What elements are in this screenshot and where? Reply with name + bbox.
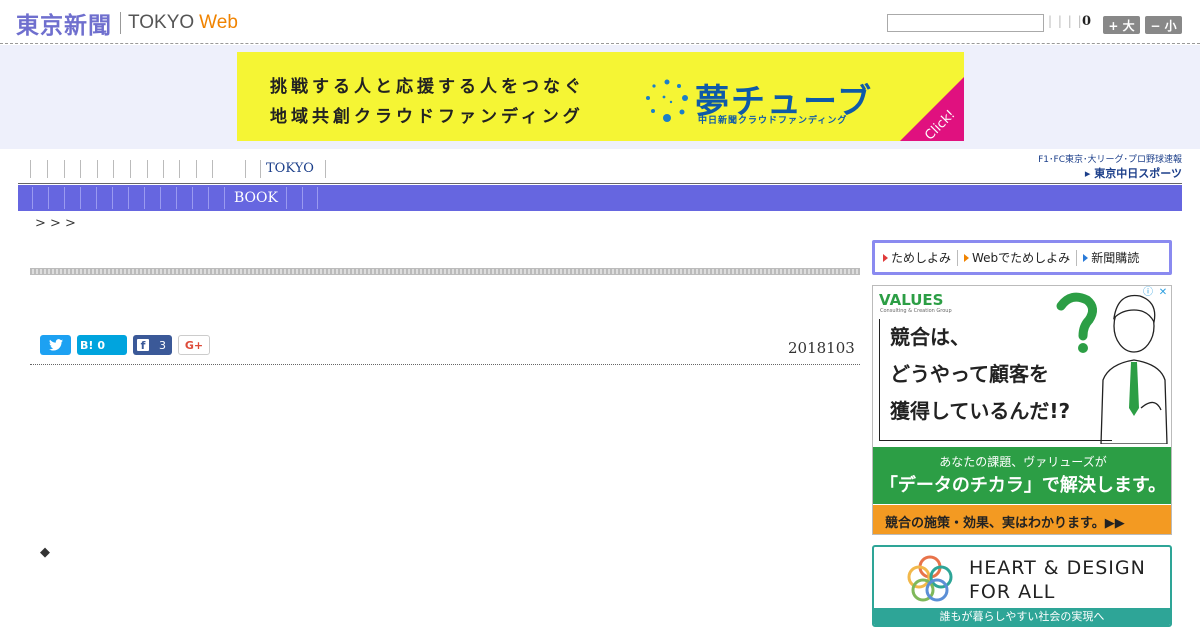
heart-ad-line-2: FOR ALL [969,581,1056,603]
category-item[interactable] [302,187,318,209]
yume-tube-banner-ad[interactable]: 挑戦する人と応援する人をつなぐ 地域共創クラウドファンディング 夢チューブ 中日… [237,52,964,141]
hatena-icon: B! [80,338,94,352]
site-logo[interactable]: 東京新聞 TOKYO Web [16,8,238,39]
logo-divider [120,12,121,34]
category-item[interactable] [144,187,160,209]
heart-ad-line-1: HEART & DESIGN [969,557,1146,579]
trial-read-link[interactable]: ためしよみ [883,249,957,266]
values-green-line-2: 「データのチカラ」で解決します。 [879,475,1167,496]
category-item[interactable] [64,187,80,209]
nav-item[interactable] [130,160,147,178]
font-larger-button[interactable]: + 大 [1103,16,1140,34]
nav-item[interactable] [113,160,130,178]
heart-design-ad[interactable]: HEART & DESIGN FOR ALL 誰もが暮らしやすい社会の実現へ [872,545,1172,627]
category-item[interactable] [80,187,96,209]
arrow-right-icon [883,253,888,262]
headline-line-3: 獲得しているんだ!? [890,399,1071,423]
facebook-share-button[interactable]: f 3 [133,335,172,355]
article-divider [30,364,860,365]
nav-item[interactable] [80,160,97,178]
nav-item[interactable] [179,160,196,178]
hatena-bookmark-button[interactable]: B! 0 [77,335,127,355]
nav-item[interactable] [163,160,179,178]
tokyo-chunichi-sports-link[interactable]: F1･FC東京･大リーグ･プロ野球速報 ▸ 東京中日スポーツ [1026,152,1182,181]
banner-brand-sub: 中日新聞クラウドファンディング [698,116,848,126]
facebook-icon: f [137,339,149,352]
category-bar: BOOK [18,185,1182,211]
arrow-right-icon [964,253,970,262]
header-count: 0 [1082,14,1092,29]
hatena-count: 0 [97,338,106,352]
category-item[interactable] [208,187,224,209]
nav-item[interactable] [64,160,80,178]
twitter-share-button[interactable] [40,335,71,355]
nav-item[interactable] [30,160,47,178]
headline-line-1: 競合は、 [890,325,970,349]
arrow-right-icon [1083,253,1089,262]
subscription-links: ためしよみ Webでためしよみ 新聞購読 [872,240,1172,275]
article-date: 2018103 [788,339,855,357]
category-item[interactable] [160,187,176,209]
banner-line-2: 地域共創クラウドファンディング [270,107,584,127]
logo-web: Web [199,12,238,33]
logo-japanese: 東京新聞 [16,12,112,39]
values-green-line-1: あなたの課題、ヴァリューズが [939,455,1107,469]
category-item[interactable] [48,187,64,209]
values-green-panel: あなたの課題、ヴァリューズが 「データのチカラ」で解決します。 [873,447,1171,504]
nav-item-tokyo[interactable]: TOKYO [260,160,326,178]
divider [1076,249,1078,266]
nav-item[interactable] [245,160,260,178]
nav-item[interactable] [196,160,212,178]
click-corner-icon[interactable]: Click! [900,77,964,141]
category-item[interactable] [32,187,48,209]
divider [957,249,959,266]
category-book[interactable]: BOOK [234,185,278,211]
site-header: 東京新聞 TOKYO Web | | | | 0 + 大 − 小 [0,0,1200,44]
values-orange-text: 競合の施策・効果、実はわかります。▶▶ [885,516,1125,531]
category-item[interactable] [128,187,144,209]
category-item[interactable] [286,187,302,209]
category-item[interactable] [112,187,128,209]
nav-divider [18,183,1182,184]
values-logo-sub: Consulting & Creation Group [880,308,952,314]
header-separators: | | | | [1048,14,1083,28]
chunichi-logo: ▸ 東京中日スポーツ [1084,167,1182,180]
breadcrumb: > > > [35,216,76,231]
values-orange-panel: 競合の施策・効果、実はわかります。▶▶ [873,505,1171,534]
diamond-bullet-icon: ◆ [40,545,50,560]
twitter-icon [48,339,63,351]
facebook-count: 3 [159,338,166,352]
subscribe-link[interactable]: 新聞購読 [1083,249,1145,266]
category-item[interactable] [192,187,208,209]
nav-item[interactable] [47,160,64,178]
nav-item[interactable] [212,160,245,178]
banner-line-1: 挑戦する人と応援する人をつなぐ [270,77,585,97]
article-title-rule [30,268,860,275]
web-trial-read-link[interactable]: Webでためしよみ [964,249,1076,266]
dot-circle-icon [646,79,688,122]
nav-item[interactable] [147,160,163,178]
section-nav: TOKYO [30,160,326,180]
heart-ad-tagline: 誰もが暮らしやすい社会の実現へ [874,608,1170,625]
googleplus-share-button[interactable]: G+ [178,335,210,355]
category-item[interactable] [176,187,192,209]
subscribe-label: 新聞購読 [1091,251,1140,265]
banner-copy: 挑戦する人と応援する人をつなぐ 地域共創クラウドファンディング [270,72,585,132]
chunichi-tagline: F1･FC東京･大リーグ･プロ野球速報 [1038,155,1182,165]
trial-read-label: ためしよみ [891,251,952,265]
nav-item[interactable] [97,160,113,178]
category-item[interactable] [96,187,112,209]
logo-english: TOKYO [128,12,195,33]
search-input[interactable] [887,14,1044,32]
banner-area: 挑戦する人と応援する人をつなぐ 地域共創クラウドファンディング 夢チューブ 中日… [0,45,1200,149]
values-logo: VALUES [879,291,944,309]
values-headline: 競合は、 どうやって顧客を 獲得しているんだ!? [879,319,1112,441]
headline-line-2: どうやって顧客を [890,362,1049,386]
flower-logo-icon [907,555,953,602]
web-trial-read-label: Webでためしよみ [972,251,1071,265]
font-smaller-button[interactable]: − 小 [1145,16,1182,34]
values-ad[interactable]: VALUES Consulting & Creation Group ⓘ ✕ 競… [872,285,1172,535]
